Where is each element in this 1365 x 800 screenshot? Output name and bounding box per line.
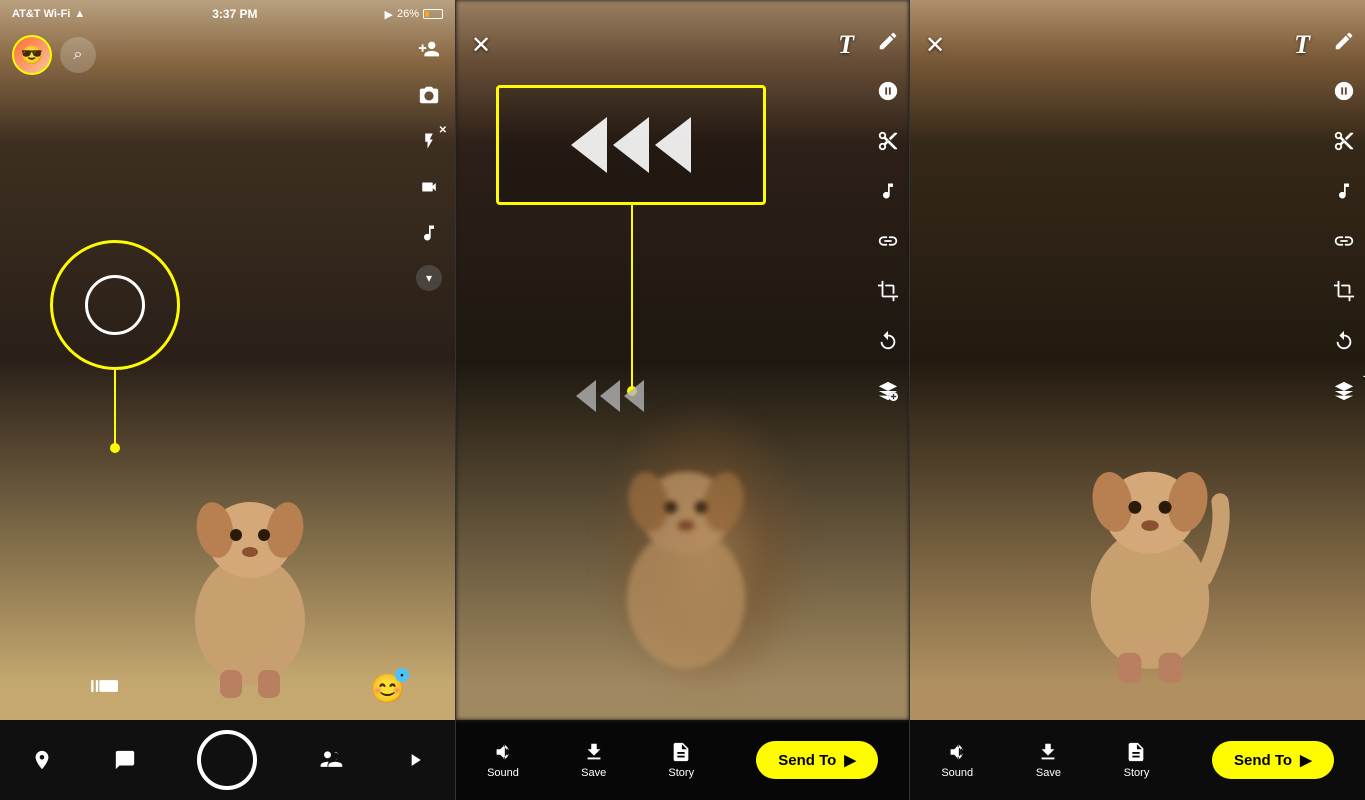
camera-top-toolbar: 😎 ⌕ ✕	[0, 35, 455, 291]
dog-image-3	[1050, 405, 1250, 685]
nav-camera[interactable]	[197, 730, 257, 790]
edit-panel-rewind: ✕ T	[455, 0, 910, 800]
sound-button-3[interactable]: Sound	[941, 741, 973, 779]
battery-percent: 26%	[397, 8, 419, 20]
sticker-connect-line	[631, 205, 633, 390]
music-tool-button[interactable]	[878, 180, 898, 208]
save-button-3[interactable]: Save	[1036, 741, 1061, 779]
chevron-down-button[interactable]: ▾	[416, 265, 442, 291]
status-right: ▶ 26%	[384, 8, 443, 21]
search-button[interactable]: ⌕	[60, 37, 96, 73]
close-button-3[interactable]: ✕	[925, 31, 945, 60]
emoji-badge: •	[395, 668, 409, 682]
rewind-small-arrows	[576, 380, 644, 412]
capture-button[interactable]	[197, 730, 257, 790]
story-label-3: Story	[1124, 767, 1150, 779]
layers-button[interactable]	[877, 380, 899, 408]
send-to-button[interactable]: Send To ▶	[756, 741, 878, 779]
rewind-small-arrow-1	[576, 380, 596, 412]
nav-chat[interactable]	[114, 749, 136, 771]
dog-image-1	[160, 440, 340, 700]
chevron-down-icon: ▾	[426, 271, 432, 285]
text-tool-button[interactable]: T	[838, 30, 854, 60]
carrier-text: AT&T Wi-Fi	[12, 8, 70, 20]
loop-button[interactable]	[877, 330, 899, 358]
bottom-navigation	[0, 720, 455, 800]
rewind-arrow-2	[613, 117, 649, 173]
scissors-button[interactable]	[877, 130, 899, 158]
pencil-button[interactable]	[877, 30, 899, 58]
camera-panel: AT&T Wi-Fi ▲ 3:37 PM ▶ 26% 😎 ⌕	[0, 0, 455, 800]
flip-camera-button[interactable]	[415, 81, 443, 109]
pencil-button-3[interactable]	[1333, 30, 1355, 58]
focus-dot	[110, 443, 120, 453]
sound-label: Sound	[487, 767, 519, 779]
avatar-button[interactable]: 😎	[12, 35, 52, 75]
time-display: 3:37 PM	[212, 7, 257, 21]
emoji-sticker-button[interactable]: 😊 •	[370, 672, 405, 705]
rewind-small-arrow-2	[600, 380, 620, 412]
rewind-sticker[interactable]	[496, 85, 766, 205]
edit-bottom-bar-3: Sound Save Story Send To ▶	[910, 720, 1365, 800]
sound-label-3: Sound	[941, 767, 973, 779]
edit-top-bar-3: ✕ T	[925, 30, 1310, 60]
flash-x-icon: ✕	[439, 125, 447, 136]
story-button-3[interactable]: Story	[1124, 741, 1150, 779]
sticker-button-3[interactable]	[1333, 80, 1355, 108]
rewind-arrows	[571, 117, 691, 173]
save-label: Save	[581, 767, 606, 779]
send-to-label: Send To	[778, 752, 836, 769]
video-button[interactable]	[415, 173, 443, 201]
right-toolbar-edit	[877, 30, 899, 408]
send-to-label-3: Send To	[1234, 752, 1292, 769]
dog-image-2	[586, 405, 786, 685]
story-button[interactable]: Story	[668, 741, 694, 779]
save-button[interactable]: Save	[581, 741, 606, 779]
rewind-small-arrow-3	[624, 380, 644, 412]
send-arrow-icon: ▶	[844, 751, 856, 769]
loop-button-3[interactable]	[1333, 330, 1355, 358]
wifi-icon: ▲	[74, 8, 85, 20]
crop-button[interactable]	[877, 280, 899, 308]
nav-friends[interactable]	[318, 749, 344, 771]
music-button[interactable]	[415, 219, 443, 247]
rewind-arrow-3	[655, 117, 691, 173]
scissors-button-3[interactable]	[1333, 130, 1355, 158]
nav-play[interactable]	[405, 749, 425, 771]
add-friend-button[interactable]	[415, 35, 443, 63]
rewind-arrow-1	[571, 117, 607, 173]
focus-line	[114, 367, 116, 447]
save-label-3: Save	[1036, 767, 1061, 779]
right-toolbar-edit-3: +	[1333, 30, 1355, 408]
nav-location[interactable]	[31, 749, 53, 771]
sound-button[interactable]: Sound	[487, 741, 519, 779]
edit-top-bar: ✕ T	[471, 30, 854, 60]
battery-indicator	[423, 9, 443, 19]
battery-fill	[425, 11, 429, 17]
layers-button-3[interactable]: +	[1333, 380, 1355, 408]
link-button[interactable]	[877, 230, 899, 258]
search-icon: ⌕	[74, 46, 83, 64]
send-to-button-3[interactable]: Send To ▶	[1212, 741, 1334, 779]
sticker-button[interactable]	[877, 80, 899, 108]
crop-button-3[interactable]	[1333, 280, 1355, 308]
text-tool-button-3[interactable]: T	[1294, 30, 1310, 60]
flash-container: ✕	[415, 127, 443, 155]
gps-icon: ▶	[384, 8, 392, 21]
close-button[interactable]: ✕	[471, 31, 491, 60]
music-tool-button-3[interactable]	[1334, 180, 1354, 208]
edit-bottom-bar: Sound Save Story Send To ▶	[456, 720, 909, 800]
link-button-3[interactable]	[1333, 230, 1355, 258]
send-arrow-icon-3: ▶	[1300, 751, 1312, 769]
status-bar: AT&T Wi-Fi ▲ 3:37 PM ▶ 26%	[0, 0, 455, 28]
right-toolbar: ✕ ▾	[415, 35, 443, 291]
story-label: Story	[668, 767, 694, 779]
status-left: AT&T Wi-Fi ▲	[12, 8, 85, 20]
edit-panel-clear: ✕ T + Sound	[910, 0, 1365, 800]
flip-card-button[interactable]	[90, 672, 118, 705]
